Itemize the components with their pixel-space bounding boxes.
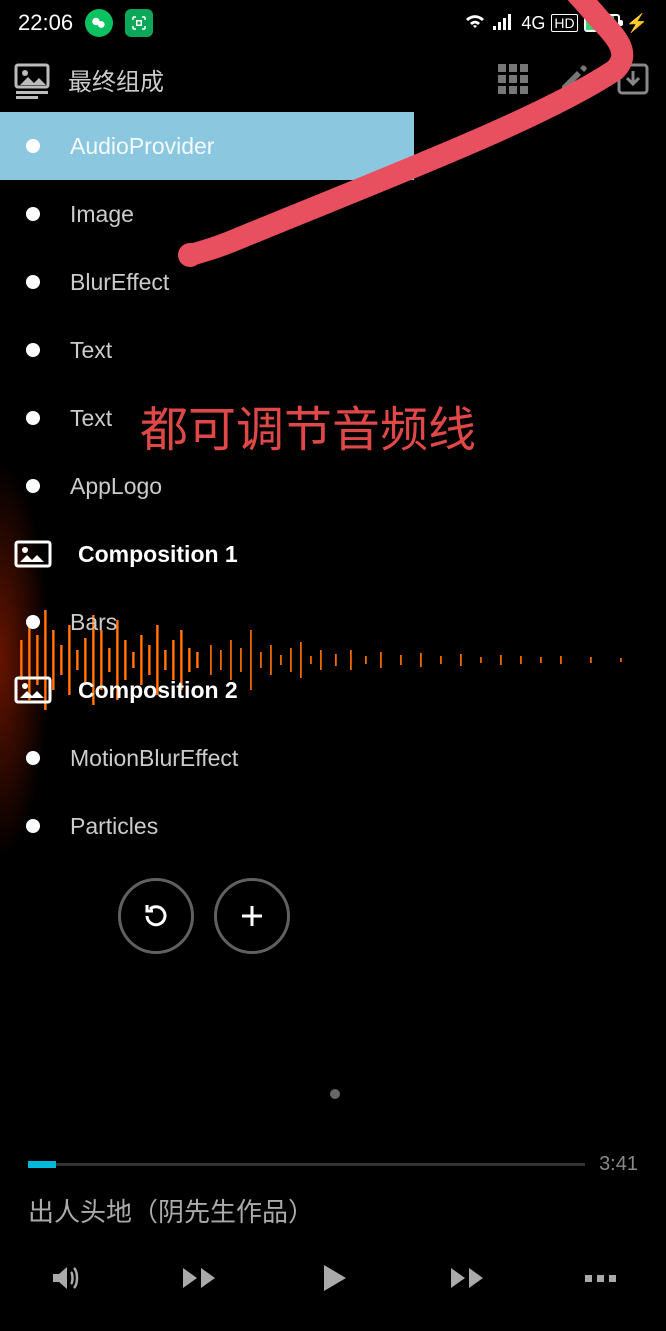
layer-item-applogo[interactable]: AppLogo [0,452,666,520]
rewind-icon[interactable] [174,1253,224,1303]
battery-icon [584,14,620,32]
layer-bullet-icon [26,207,40,221]
layer-item-composition-2[interactable]: Composition 2 [0,656,666,724]
layer-item-motionblureffect[interactable]: MotionBlurEffect [0,724,666,792]
layer-bullet-icon [26,819,40,833]
volume-icon[interactable] [40,1253,90,1303]
layer-label: Image [70,201,134,228]
layer-item-text[interactable]: Text [0,316,666,384]
page-title: 最终组成 [68,62,482,97]
layer-label: Composition 1 [78,541,238,568]
layer-bullet-icon [26,479,40,493]
layer-bullet-icon [26,139,40,153]
download-icon[interactable] [612,58,654,100]
status-time: 22:06 [18,10,73,36]
layer-item-composition-1[interactable]: Composition 1 [0,520,666,588]
layer-label: BlurEffect [70,269,169,296]
layer-list: AudioProvider Image BlurEffect Text Text AppL… [0,112,666,860]
layer-label: Composition 2 [78,677,238,704]
play-icon[interactable] [308,1253,358,1303]
player: 3:41 出人头地（阴先生作品） [0,1153,666,1331]
layer-item-image[interactable]: Image [0,180,666,248]
layer-label: Text [70,337,112,364]
app-header: 最终组成 [0,46,666,112]
signal-icon [493,10,515,36]
layer-item-text[interactable]: Text [0,384,666,452]
layer-label: MotionBlurEffect [70,745,238,772]
wechat-icon [85,9,113,37]
layer-item-bars[interactable]: Bars [0,588,666,656]
hd-label: HD [551,14,577,32]
composition-layer-icon [14,540,52,568]
duration-label: 3:41 [599,1153,638,1176]
layer-label: Particles [70,813,158,840]
grid-view-icon[interactable] [492,58,534,100]
scan-icon [125,9,153,37]
layer-label: AppLogo [70,473,162,500]
track-title: 出人头地（阴先生作品） [28,1192,638,1229]
layer-label: AudioProvider [70,133,214,160]
layer-item-audioprovider[interactable]: AudioProvider [0,112,414,180]
charging-icon: ⚡ [626,13,648,34]
scrub-indicator[interactable] [330,1089,340,1099]
layer-bullet-icon [26,275,40,289]
composition-layer-icon [14,676,52,704]
wifi-icon [463,10,487,36]
layer-bullet-icon [26,411,40,425]
layer-item-blureffect[interactable]: BlurEffect [0,248,666,316]
layer-bullet-icon [26,615,40,629]
forward-icon[interactable] [442,1253,492,1303]
control-row [0,878,666,954]
layer-bullet-icon [26,343,40,357]
progress-bar[interactable] [28,1163,585,1166]
network-label: 4G [521,13,545,34]
edit-icon[interactable] [552,58,594,100]
status-bar: 22:06 4G HD ⚡ [0,0,666,46]
add-button[interactable] [214,878,290,954]
layer-bullet-icon [26,751,40,765]
layer-label: Bars [70,609,117,636]
more-icon[interactable] [576,1253,626,1303]
layer-item-particles[interactable]: Particles [0,792,666,860]
composition-icon[interactable] [12,59,52,99]
layer-label: Text [70,405,112,432]
reset-button[interactable] [118,878,194,954]
